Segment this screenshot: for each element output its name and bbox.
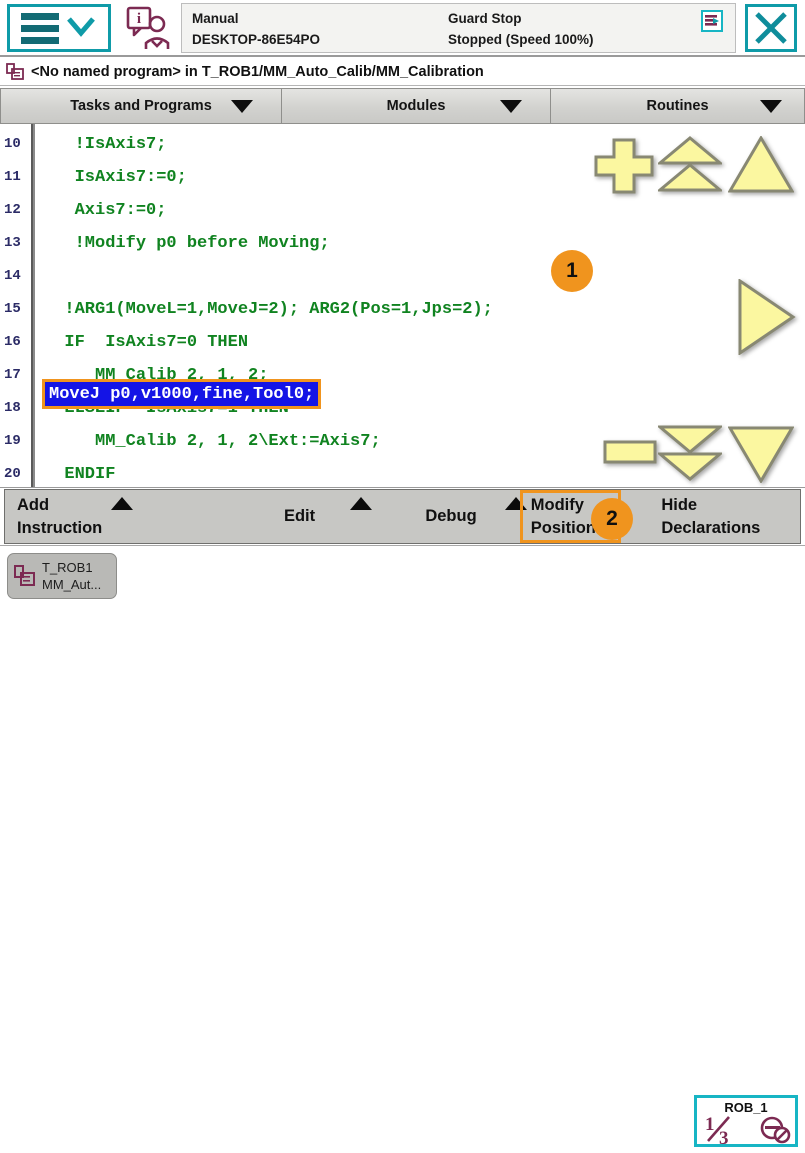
program-icon: [6, 63, 24, 81]
line-number: 15: [4, 301, 21, 317]
minus-icon: [603, 440, 657, 464]
event-log-icon[interactable]: [701, 10, 723, 32]
program-editor[interactable]: 10 11 12 13 14 15 16 17 18 19 20 !IsAxis…: [0, 124, 805, 488]
page-up-button[interactable]: [655, 136, 725, 199]
status-middle-column: Guard Stop Stopped (Speed 100%): [448, 8, 594, 50]
caret-up-icon: [111, 497, 133, 510]
operator-info-icon[interactable]: i: [122, 4, 174, 52]
line-number: 13: [4, 235, 21, 251]
close-button[interactable]: [745, 4, 797, 52]
axis-group-fraction: 1 3: [703, 1113, 743, 1153]
line-number: 19: [4, 433, 21, 449]
hide-declarations-label-1: Hide: [661, 495, 698, 514]
hide-declarations-label-2: Declarations: [661, 518, 761, 537]
run-state: Stopped (Speed 100%): [448, 32, 594, 47]
add-argument-button[interactable]: [592, 137, 656, 200]
plus-icon: [594, 138, 654, 194]
tab-routines[interactable]: Routines: [550, 88, 805, 124]
triangle-down-icon: [727, 426, 795, 484]
close-icon: [755, 12, 787, 44]
task-name: T_ROB1: [42, 560, 93, 575]
code-line[interactable]: MM_Calib 2, 1, 2\Ext:=Axis7;: [44, 425, 381, 458]
editor-toolbar: Add Instruction Edit Debug Modify Positi…: [4, 489, 801, 544]
line-number: 11: [4, 169, 21, 185]
tab-routines-label: Routines: [646, 98, 709, 114]
controller-name: DESKTOP-86E54PO: [192, 32, 321, 47]
edit-button[interactable]: Edit: [206, 490, 372, 543]
main-menu-button[interactable]: [7, 4, 111, 52]
code-line[interactable]: ENDIF: [44, 458, 115, 487]
debug-button[interactable]: Debug: [353, 490, 528, 543]
callout-badge-1: 1: [551, 250, 593, 292]
selector-tab-bar: Tasks and Programs Modules Routines: [0, 88, 805, 124]
task-icon: [14, 565, 36, 587]
line-number: 16: [4, 334, 21, 350]
caret-down-icon: [231, 99, 253, 113]
status-left-column: Manual DESKTOP-86E54PO: [192, 8, 320, 50]
line-number: 12: [4, 202, 21, 218]
code-line[interactable]: IsAxis7:=0;: [44, 161, 187, 194]
page-down-button[interactable]: [655, 425, 725, 487]
task-chip[interactable]: T_ROB1 MM_Aut...: [7, 553, 117, 599]
go-to-top-button[interactable]: [727, 135, 795, 199]
code-line[interactable]: IF IsAxis7=0 THEN: [44, 326, 248, 359]
line-number: 10: [4, 136, 21, 152]
go-to-bottom-button[interactable]: [727, 425, 795, 487]
operating-mode: Manual: [192, 11, 239, 26]
chevron-down-icon: [65, 14, 97, 43]
selected-code-line[interactable]: MoveJ p0,v1000,fine,Tool0;: [42, 379, 322, 409]
bottom-status-bar: T_ROB1 MM_Aut... ROB_1 1 3: [0, 545, 805, 1149]
tab-tasks-label: Tasks and Programs: [70, 98, 212, 114]
svg-text:i: i: [137, 11, 141, 27]
triangle-up-icon: [727, 135, 795, 193]
line-number: 18: [4, 400, 21, 416]
caret-down-icon: [760, 99, 782, 113]
selected-code-line-text: MoveJ p0,v1000,fine,Tool0;: [49, 384, 315, 404]
hide-declarations-button[interactable]: Hide Declarations: [621, 490, 800, 543]
tab-tasks-and-programs[interactable]: Tasks and Programs: [0, 88, 281, 124]
gutter-divider: [33, 124, 35, 487]
top-header-bar: i Manual DESKTOP-86E54PO Guard Stop Stop…: [0, 0, 805, 57]
tab-modules[interactable]: Modules: [281, 88, 550, 124]
jog-rotation-icon: [757, 1114, 791, 1144]
triangle-right-icon: [738, 278, 796, 356]
remove-argument-button[interactable]: [602, 439, 658, 470]
add-instruction-button[interactable]: Add Instruction: [5, 490, 206, 543]
hamburger-menu-icon: [21, 12, 59, 44]
code-line[interactable]: !ARG1(MoveL=1,MoveJ=2); ARG2(Pos=1,Jps=2…: [44, 293, 492, 326]
callout-badge-2: 2: [591, 498, 633, 540]
line-number: 17: [4, 367, 21, 383]
edit-label: Edit: [283, 507, 316, 525]
line-number: 20: [4, 466, 21, 482]
tab-modules-label: Modules: [386, 98, 446, 114]
code-line[interactable]: !IsAxis7;: [44, 128, 167, 161]
jog-quickset-panel[interactable]: ROB_1 1 3: [694, 1095, 798, 1149]
svg-text:1: 1: [705, 1114, 715, 1135]
program-path-bar: <No named program> in T_ROB1/MM_Auto_Cal…: [0, 59, 805, 86]
double-chevron-up-icon: [655, 136, 725, 192]
program-path-text: <No named program> in T_ROB1/MM_Auto_Cal…: [31, 64, 484, 80]
caret-down-icon: [500, 99, 522, 113]
code-line[interactable]: Axis7:=0;: [44, 194, 167, 227]
controller-status-panel[interactable]: Manual DESKTOP-86E54PO Guard Stop Stoppe…: [181, 3, 736, 53]
step-forward-button[interactable]: [736, 278, 796, 360]
svg-text:3: 3: [719, 1128, 729, 1147]
line-number: 14: [4, 268, 21, 284]
add-instruction-label-2: Instruction: [17, 518, 103, 537]
task-module: MM_Aut...: [42, 577, 102, 592]
double-chevron-down-icon: [655, 425, 725, 481]
guard-state: Guard Stop: [448, 11, 522, 26]
code-line[interactable]: !Modify p0 before Moving;: [44, 227, 330, 260]
